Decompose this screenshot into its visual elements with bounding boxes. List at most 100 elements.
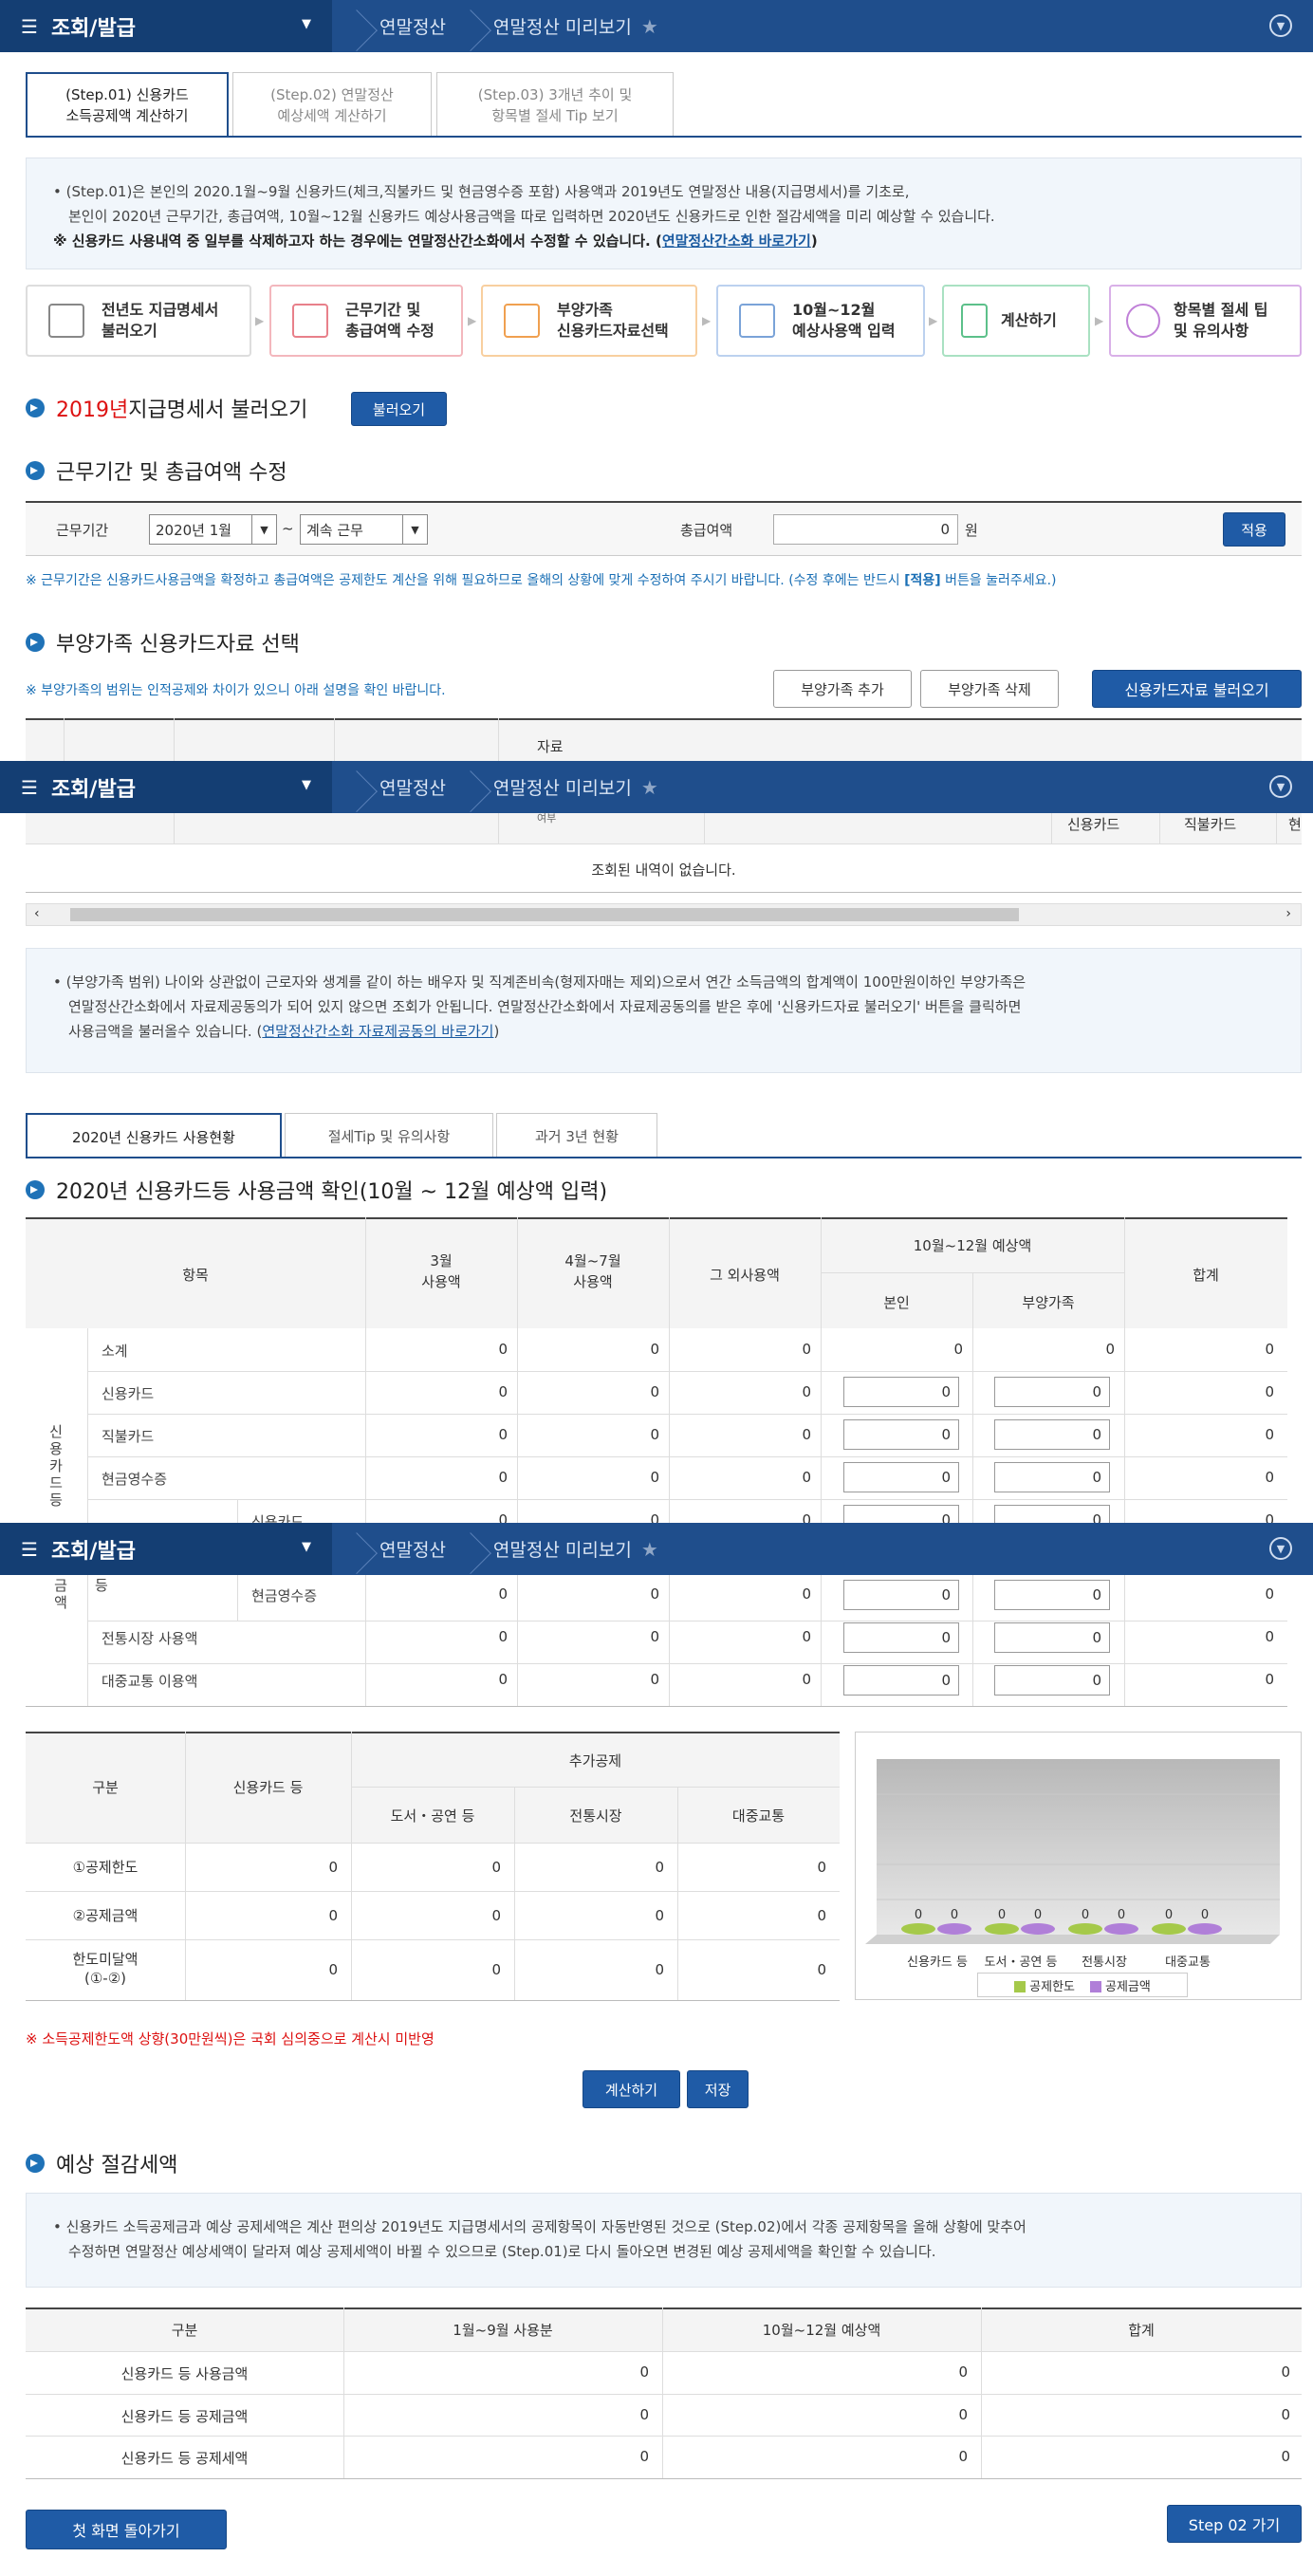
add-dependent-button[interactable]: 부양가족 추가 [773,670,912,708]
total-pay-input[interactable]: 0 [773,514,958,545]
section-title: 2020년 신용카드등 사용금액 확인(10월 ~ 12월 예상액 입력) [56,1180,608,1204]
star-icon[interactable]: ★ [641,1538,658,1561]
family-expected-input[interactable]: 0 [994,1419,1110,1450]
scrollbar-thumb[interactable] [70,908,1019,921]
process-tips[interactable]: 항목별 절세 팁및 유의사항 [1109,285,1302,357]
load-statement-button[interactable]: 불러오기 [351,392,447,426]
breadcrumb-year-end[interactable]: 연말정산 [379,774,446,800]
usage-cell: 0 [498,1383,508,1400]
apply-button[interactable]: 적용 [1223,512,1285,547]
process-label: 총급여액 수정 [345,322,435,340]
info-box-dependents: • (부양가족 범위) 나이와 상관없이 근로자와 생계를 같이 하는 배우자 … [26,948,1302,1073]
breadcrumb-preview[interactable]: 연말정산 미리보기 [493,774,632,800]
usage-cell: 0 [650,1383,659,1400]
save-button[interactable]: 저장 [687,2070,749,2108]
usage-cell: 0 [650,1341,659,1358]
usage-sum-cell: 0 [1265,1341,1274,1358]
chevron-down-icon[interactable]: ▼ [1269,775,1292,798]
usage-cell: 0 [802,1585,811,1603]
next-step-button[interactable]: Step 02 가기 [1167,2505,1302,2543]
saving-row-label: 신용카드 등 공제금액 [120,2408,249,2425]
process-load-statement[interactable]: 전년도 지급명세서 불러오기 [26,285,251,357]
calculate-button[interactable]: 계산하기 [583,2070,680,2108]
empty-message: 조회된 내역이 없습니다. [591,862,736,879]
subtab-2020-usage[interactable]: 2020년 신용카드 사용현황 [26,1113,282,1158]
chevron-down-icon[interactable]: ▼ [1269,1537,1292,1560]
subtab-tips[interactable]: 절세Tip 및 유의사항 [285,1113,493,1158]
family-expected-input[interactable]: 0 [994,1377,1110,1407]
self-expected-input[interactable]: 0 [843,1665,959,1696]
saving-cell: 0 [1281,2406,1290,2423]
saving-cell: 0 [1281,2363,1290,2381]
star-icon[interactable]: ★ [641,15,658,38]
menu-dropdown[interactable]: ☰ 조회/발급 ▼ [0,1523,332,1575]
process-label: 불러오기 [102,322,157,340]
self-expected-input[interactable]: 0 [843,1462,959,1492]
horizontal-scrollbar[interactable]: ‹ › [26,903,1302,926]
chart-bar [1152,1923,1186,1935]
limit-raise-note: ※ 소득공제한도액 상향(30만원씩)은 국회 심의중으로 계산시 미반영 [26,2030,435,2048]
subtab-past-3yr[interactable]: 과거 3년 현황 [496,1113,657,1158]
chevron-left-icon[interactable]: ‹ [34,906,40,921]
usage-sum-cell: 0 [1265,1469,1274,1486]
start-month-select[interactable]: 2020년 1월 ▼ [149,514,277,545]
section-title-work-period: 근무기간 및 총급여액 수정 [26,455,287,486]
breadcrumb-year-end[interactable]: 연말정산 [379,1536,446,1562]
family-expected-input[interactable]: 0 [994,1580,1110,1610]
menu-dropdown[interactable]: ☰ 조회/발급 ▼ [0,0,332,52]
consent-link[interactable]: 연말정산간소화 자료제공동의 바로가기 [262,1023,493,1040]
col-header-jan-sep: 1월~9월 사용분 [453,2322,553,2339]
saving-cell: 0 [1281,2448,1290,2465]
info-text: • (부양가족 범위) 나이와 상관없이 근로자와 생계를 같이 하는 배우자 … [53,973,1026,991]
col-header-cut: 여부 [537,812,557,825]
simplified-service-link[interactable]: 연말정산간소화 바로가기 [662,232,811,250]
process-dependents[interactable]: 부양가족 신용카드자료선택 [481,285,697,357]
calendar-icon [48,304,84,338]
menu-label: 조회/발급 [50,1539,136,1564]
tab-step-02[interactable]: (Step.02) 연말정산 예상세액 계산하기 [232,72,432,137]
self-expected-input[interactable]: 0 [843,1622,959,1653]
family-expected-input[interactable]: 0 [994,1622,1110,1653]
usage-row-label: 소계 [102,1343,128,1360]
chart-bar [985,1923,1019,1935]
chart-bar [1104,1923,1138,1935]
load-card-data-button[interactable]: 신용카드자료 불러오기 [1092,670,1302,708]
usage-cell: 0 [498,1426,508,1443]
chevron-right-icon[interactable]: › [1285,906,1291,921]
saving-row-label: 신용카드 등 사용금액 [120,2365,249,2382]
col-header-other: 그 외사용액 [710,1267,780,1284]
menu-dropdown[interactable]: ☰ 조회/발급 ▼ [0,761,332,813]
end-month-select[interactable]: 계속 근무 ▼ [300,514,428,545]
self-expected-input[interactable]: 0 [843,1580,959,1610]
family-expected-input[interactable]: 0 [994,1665,1110,1696]
self-expected-input[interactable]: 0 [843,1419,959,1450]
family-expected-input[interactable]: 0 [994,1462,1110,1492]
tab-step-01[interactable]: (Step.01) 신용카드 소득공제액 계산하기 [26,72,229,137]
process-calculate[interactable]: 계산하기 [942,285,1090,357]
chevron-down-icon: ▼ [251,515,276,544]
breadcrumb-year-end[interactable]: 연말정산 [379,13,446,39]
usage-cell: 0 [498,1469,508,1486]
delete-dependent-button[interactable]: 부양가족 삭제 [920,670,1059,708]
chart-bar [1021,1923,1055,1935]
star-icon[interactable]: ★ [641,776,658,799]
tab-step-03[interactable]: (Step.03) 3개년 추이 및 항목별 절세 Tip 보기 [436,72,674,137]
chart-data-label: 0 [998,1908,1006,1922]
dependents-table-header [26,718,1302,761]
arrow-right-icon: ▶ [1095,314,1104,327]
tab-label: 항목별 절세 Tip 보기 [491,106,619,124]
chevron-down-icon: ▼ [402,515,427,544]
section-title: 부양가족 신용카드자료 선택 [56,633,300,657]
breadcrumb-preview[interactable]: 연말정산 미리보기 [493,1536,632,1562]
saving-cell: 0 [639,2363,649,2381]
process-edit-period[interactable]: 근무기간 및 총급여액 수정 [269,285,463,357]
process-expected-usage[interactable]: 10월~12월 예상사용액 입력 [716,285,925,357]
chart-category-label: 신용카드 등 [907,1955,968,1970]
breadcrumb-preview[interactable]: 연말정산 미리보기 [493,13,632,39]
work-period-note: ※ 근무기간은 신용카드사용금액을 확정하고 총급여액은 공제한도 계산을 위해… [26,570,1056,589]
back-home-button[interactable]: 첫 화면 돌아가기 [26,2510,227,2549]
chevron-down-icon[interactable]: ▼ [1269,14,1292,37]
col-header-debit: 직불카드 [1184,816,1237,833]
self-expected-input[interactable]: 0 [843,1377,959,1407]
arrow-right-icon: ▶ [929,314,938,327]
